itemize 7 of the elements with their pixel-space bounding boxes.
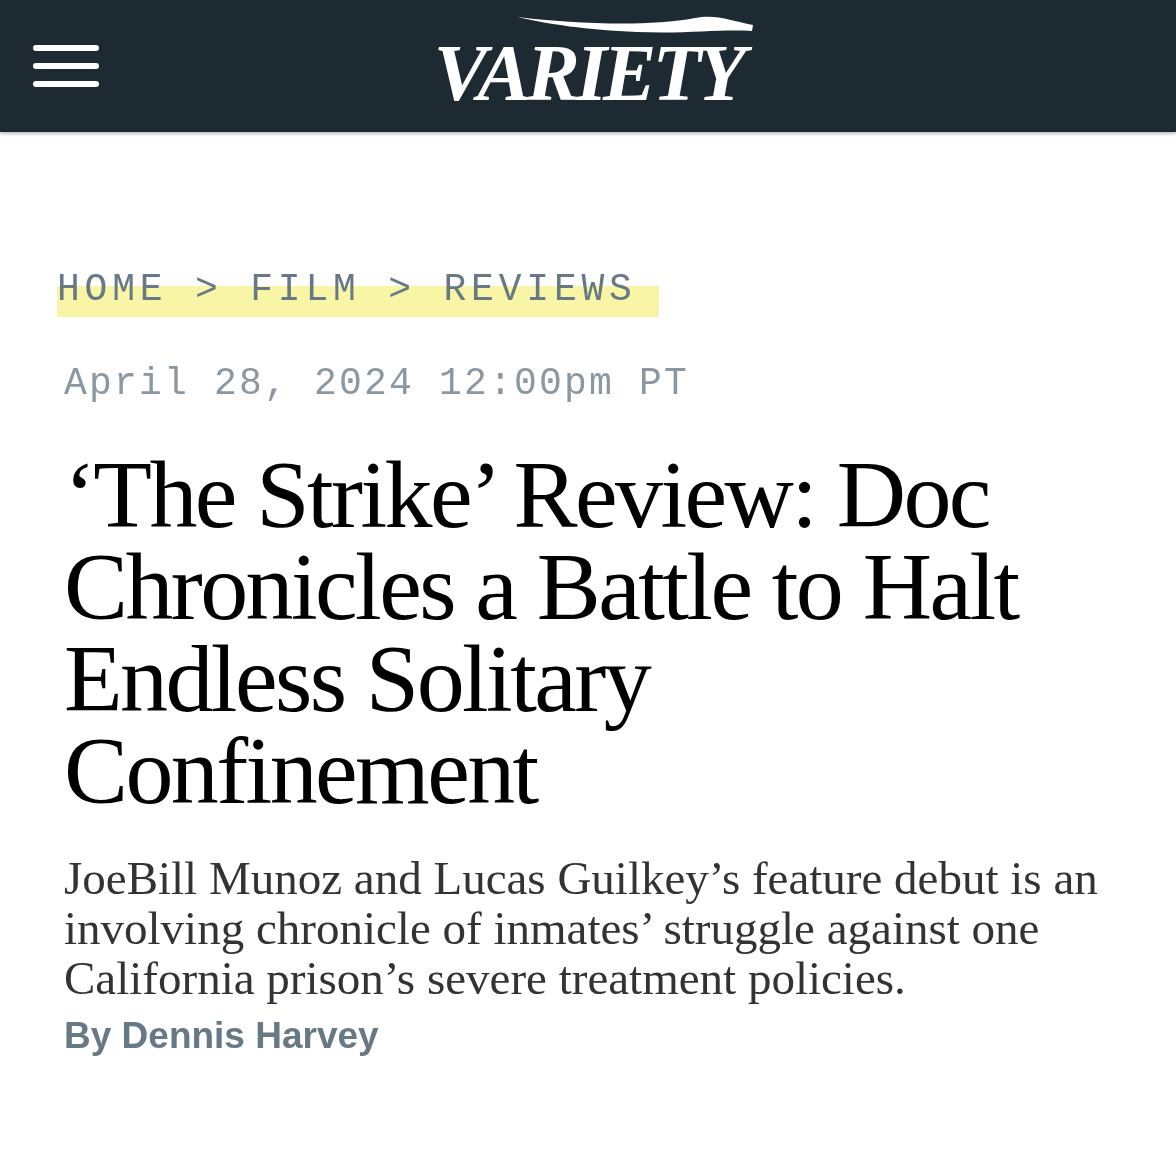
author-link[interactable]: Dennis Harvey <box>121 1015 379 1056</box>
menu-icon[interactable] <box>33 45 99 87</box>
headline: ‘The Strike’ Review: Doc Chronicles a Battle to Halt Endless Solitary Confinement <box>64 449 1020 817</box>
site-logo[interactable]: VARIETY <box>425 9 751 123</box>
publish-date: April 28, 2024 12:00pm PT <box>64 364 690 404</box>
article-summary: JoeBill Munoz and Lucas Guilkey’s feature debut is an involving chronicle of inmates’ struggle against one California prison’s severe treatment policies. <box>64 853 1099 1003</box>
byline-label: By <box>64 1015 112 1056</box>
